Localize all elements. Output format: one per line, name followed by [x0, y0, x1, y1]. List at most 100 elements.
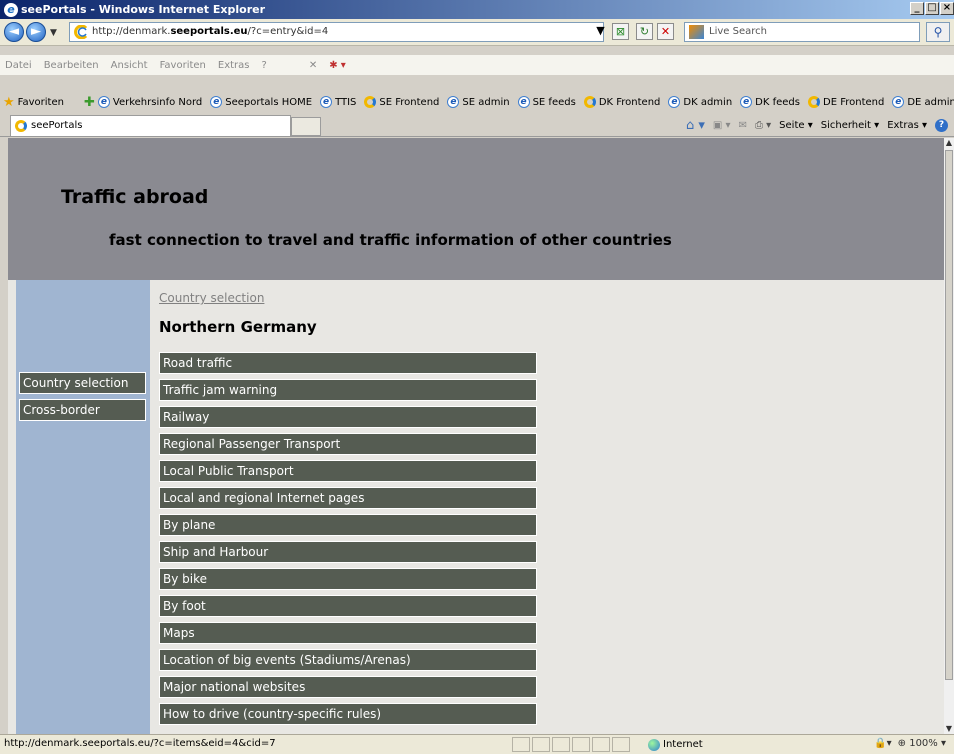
category-by-plane[interactable]: By plane — [159, 514, 537, 536]
add-favorite-icon[interactable]: ✚ — [84, 95, 95, 110]
status-url: http://denmark.seeportals.eu/?c=items&ei… — [4, 738, 276, 749]
scroll-up-icon[interactable]: ▲ — [944, 138, 954, 148]
page-menu[interactable]: Seite ▾ — [779, 120, 813, 131]
protected-mode-icon[interactable]: 🔒▾ — [874, 738, 891, 749]
fav-link-dk-admin[interactable]: e DK admin — [668, 96, 732, 108]
tools-menu[interactable]: Extras ▾ — [887, 120, 927, 131]
help-icon[interactable]: ? — [935, 119, 948, 132]
new-tab-button[interactable] — [291, 117, 321, 136]
security-menu[interactable]: Sicherheit ▾ — [821, 120, 879, 131]
scroll-down-icon[interactable]: ▼ — [944, 724, 954, 734]
fav-link-de-admin[interactable]: e DE admin — [892, 96, 954, 108]
live-search-icon — [689, 25, 704, 39]
menu-bearbeiten[interactable]: Bearbeiten — [44, 60, 99, 71]
favorites-center-button[interactable]: ★ Favoriten — [3, 95, 64, 110]
category-by-bike[interactable]: By bike — [159, 568, 537, 590]
home-icon[interactable]: ⌂ ▾ — [686, 118, 705, 133]
status-tools: 🔒▾ ⊕ 100% ▾ — [874, 738, 946, 749]
addon-icon[interactable]: ✱ ▾ — [329, 60, 346, 71]
zoom-control[interactable]: ⊕ 100% ▾ — [898, 738, 946, 749]
window-title-bar: e seePortals - Windows Internet Explorer… — [0, 0, 954, 19]
fav-link-label: Seeportals HOME — [225, 96, 313, 108]
tab-label: seePortals — [31, 120, 83, 131]
tab-seeportals[interactable]: seePortals — [10, 115, 291, 136]
category-local-public-transport[interactable]: Local Public Transport — [159, 460, 537, 482]
category-railway[interactable]: Railway — [159, 406, 537, 428]
scroll-thumb[interactable] — [945, 150, 953, 680]
back-button[interactable]: ◄ — [4, 22, 24, 42]
ie-logo-icon: e — [4, 2, 18, 17]
feeds-icon[interactable]: ▣ ▾ — [713, 120, 731, 131]
sidebar: Country selection Cross-border — [16, 280, 150, 734]
menu-help[interactable]: ? — [262, 60, 267, 71]
url-field[interactable]: http://denmark.seeportals.eu/?c=entry&id… — [69, 22, 604, 42]
category-internet-pages[interactable]: Local and regional Internet pages — [159, 487, 537, 509]
close-toolbar-icon[interactable]: ✕ — [309, 60, 317, 71]
tab-bar: seePortals ⌂ ▾ ▣ ▾ ✉ ⎙ ▾ Seite ▾ Sicherh… — [0, 114, 954, 137]
ie-icon: e — [447, 96, 460, 108]
fav-link-de-frontend[interactable]: DE Frontend — [808, 96, 884, 108]
breadcrumb[interactable]: Country selection — [159, 291, 264, 305]
category-major-national-websites[interactable]: Major national websites — [159, 676, 537, 698]
fav-link-verkehrsinfo-nord[interactable]: e Verkehrsinfo Nord — [97, 96, 202, 108]
seeportals-icon — [364, 96, 377, 108]
window-controls: _ □ × — [910, 2, 954, 15]
ie-icon: e — [210, 96, 223, 108]
favorites-label: Favoriten — [17, 96, 64, 108]
menu-ansicht[interactable]: Ansicht — [111, 60, 148, 71]
search-placeholder: Live Search — [709, 26, 767, 37]
compatibility-icon[interactable]: ⊠ — [612, 23, 629, 40]
category-maps[interactable]: Maps — [159, 622, 537, 644]
security-zone[interactable]: Internet — [648, 737, 838, 752]
star-icon: ★ — [3, 94, 15, 110]
page-subtitle: fast connection to travel and traffic in… — [109, 231, 672, 249]
menu-bar: Datei Bearbeiten Ansicht Favoriten Extra… — [0, 55, 954, 75]
maximize-button[interactable]: □ — [925, 2, 939, 15]
status-pane — [532, 737, 550, 752]
status-bar: http://denmark.seeportals.eu/?c=items&ei… — [0, 734, 954, 754]
seeportals-icon — [808, 96, 820, 108]
category-by-foot[interactable]: By foot — [159, 595, 537, 617]
fav-link-se-feeds[interactable]: e SE feeds — [517, 96, 576, 108]
menu-datei[interactable]: Datei — [5, 60, 32, 71]
fav-link-label: DE admin — [907, 96, 954, 108]
fav-link-label: DE Frontend — [823, 96, 885, 108]
fav-link-ttis[interactable]: e TTIS — [320, 96, 356, 108]
sidebar-item-cross-border[interactable]: Cross-border — [19, 399, 146, 421]
fav-link-dk-frontend[interactable]: DK Frontend — [583, 96, 661, 108]
refresh-icon[interactable]: ↻ — [636, 23, 653, 40]
url-dropdown-icon[interactable]: ▼ — [592, 23, 609, 40]
print-icon[interactable]: ⎙ ▾ — [755, 120, 771, 131]
category-road-traffic[interactable]: Road traffic — [159, 352, 537, 374]
sidebar-item-country-selection[interactable]: Country selection — [19, 372, 146, 394]
stop-icon[interactable]: ✕ — [657, 23, 674, 40]
region-heading: Northern Germany — [159, 318, 317, 336]
vertical-scrollbar[interactable]: ▲ ▼ — [944, 138, 954, 734]
search-icon[interactable]: ⚲ — [926, 22, 950, 42]
ie-icon: e — [740, 96, 753, 108]
fav-link-label: TTIS — [335, 96, 357, 108]
fav-link-label: DK Frontend — [598, 96, 661, 108]
minimize-button[interactable]: _ — [910, 2, 924, 15]
main-content: Country selection Northern Germany Road … — [159, 280, 944, 734]
fav-link-label: SE Frontend — [379, 96, 440, 108]
fav-link-seeportals-home[interactable]: e Seeportals HOME — [210, 96, 312, 108]
category-regional-passenger-transport[interactable]: Regional Passenger Transport — [159, 433, 537, 455]
seeportals-icon — [15, 120, 27, 132]
category-traffic-jam-warning[interactable]: Traffic jam warning — [159, 379, 537, 401]
command-bar: ⌂ ▾ ▣ ▾ ✉ ⎙ ▾ Seite ▾ Sicherheit ▾ Extra… — [686, 118, 948, 133]
fav-link-dk-feeds[interactable]: e DK feeds — [740, 96, 800, 108]
category-ship-and-harbour[interactable]: Ship and Harbour — [159, 541, 537, 563]
fav-link-se-admin[interactable]: e SE admin — [447, 96, 510, 108]
menu-extras[interactable]: Extras — [218, 60, 250, 71]
close-button[interactable]: × — [940, 2, 954, 15]
history-dropdown-icon[interactable]: ▼ — [50, 28, 57, 38]
fav-link-se-frontend[interactable]: SE Frontend — [364, 96, 439, 108]
search-input[interactable]: Live Search — [684, 22, 920, 42]
fav-link-label: DK feeds — [755, 96, 800, 108]
category-big-events[interactable]: Location of big events (Stadiums/Arenas) — [159, 649, 537, 671]
mail-icon[interactable]: ✉ — [739, 120, 747, 131]
category-how-to-drive[interactable]: How to drive (country-specific rules) — [159, 703, 537, 725]
forward-button[interactable]: ► — [26, 22, 46, 42]
menu-favoriten[interactable]: Favoriten — [160, 60, 206, 71]
